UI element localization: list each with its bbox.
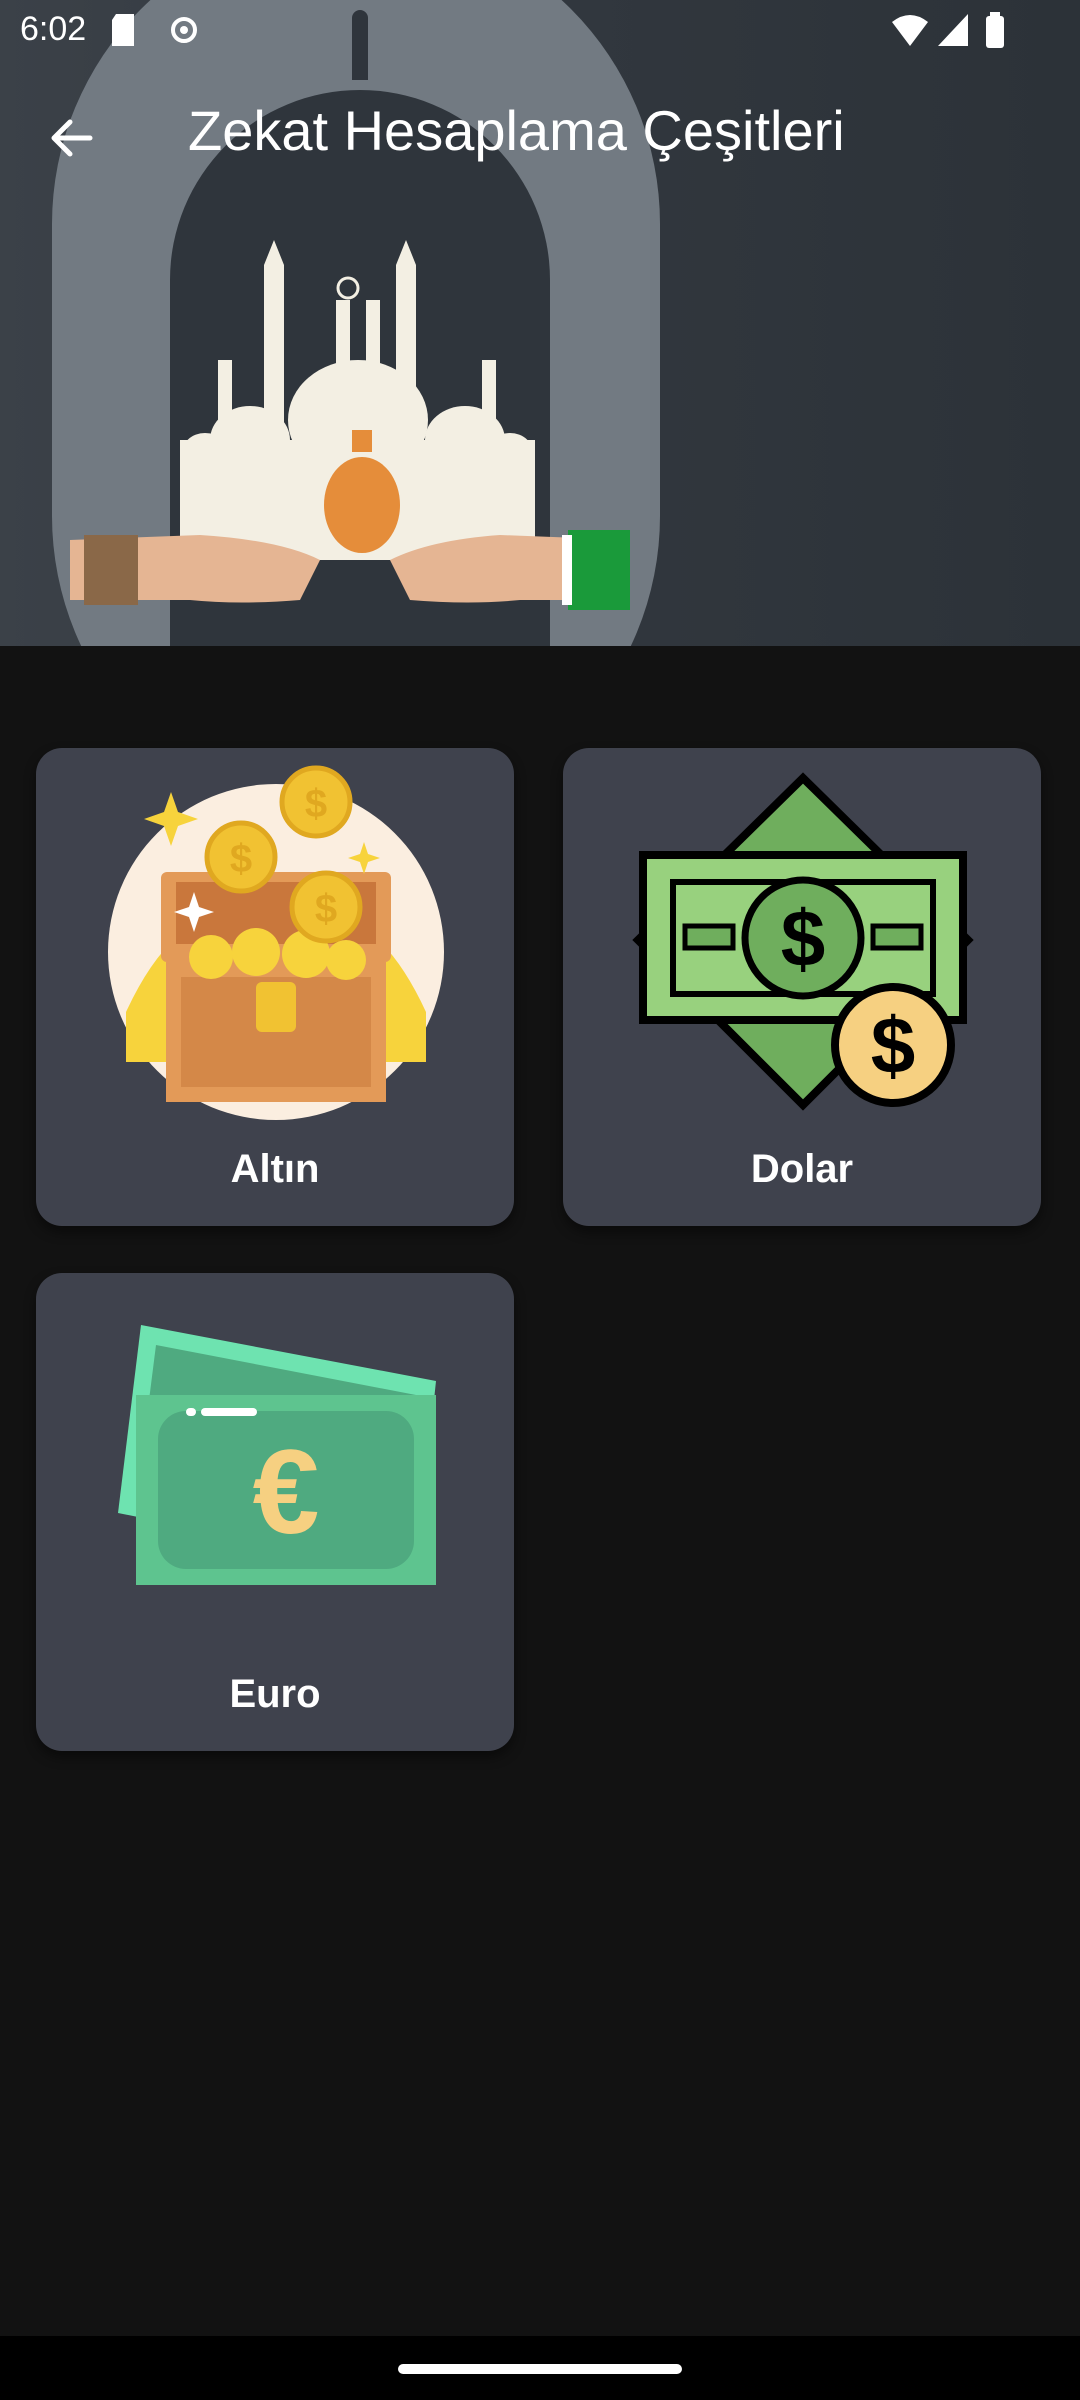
wifi-icon xyxy=(890,12,930,53)
gesture-handle[interactable] xyxy=(398,2364,682,2374)
svg-text:$: $ xyxy=(781,894,826,983)
status-bar: 6:02 xyxy=(0,0,1080,64)
svg-text:$: $ xyxy=(305,782,327,826)
sd-card-icon xyxy=(110,12,140,53)
arrow-left-icon xyxy=(51,119,93,157)
svg-text:$: $ xyxy=(315,887,337,931)
svg-text:$: $ xyxy=(230,837,252,881)
category-label-euro: Euro xyxy=(229,1672,321,1716)
svg-text:$: $ xyxy=(871,1001,916,1090)
battery-icon xyxy=(984,12,1006,53)
euro-banknotes-icon: € xyxy=(118,1325,436,1585)
back-button[interactable] xyxy=(30,96,114,180)
page-title: Zekat Hesaplama Çeşitleri xyxy=(188,99,845,162)
category-label-dollar: Dolar xyxy=(750,1147,854,1191)
status-time: 6:02 xyxy=(20,10,87,48)
category-card-euro[interactable]: € Euro xyxy=(36,1273,514,1751)
category-card-gold[interactable]: $ $ $ Altın xyxy=(36,748,514,1226)
signal-icon xyxy=(936,12,970,53)
settings-icon xyxy=(166,12,202,53)
category-card-dollar[interactable]: $ $ Dolar xyxy=(563,748,1041,1226)
category-label-gold: Altın xyxy=(230,1147,320,1191)
dollar-bill-icon: $ $ xyxy=(632,772,974,1111)
header-banner xyxy=(0,0,1080,646)
svg-text:€: € xyxy=(253,1425,320,1559)
mosque-illustration xyxy=(70,240,630,610)
gold-treasure-chest-icon: $ $ $ xyxy=(108,765,444,1120)
